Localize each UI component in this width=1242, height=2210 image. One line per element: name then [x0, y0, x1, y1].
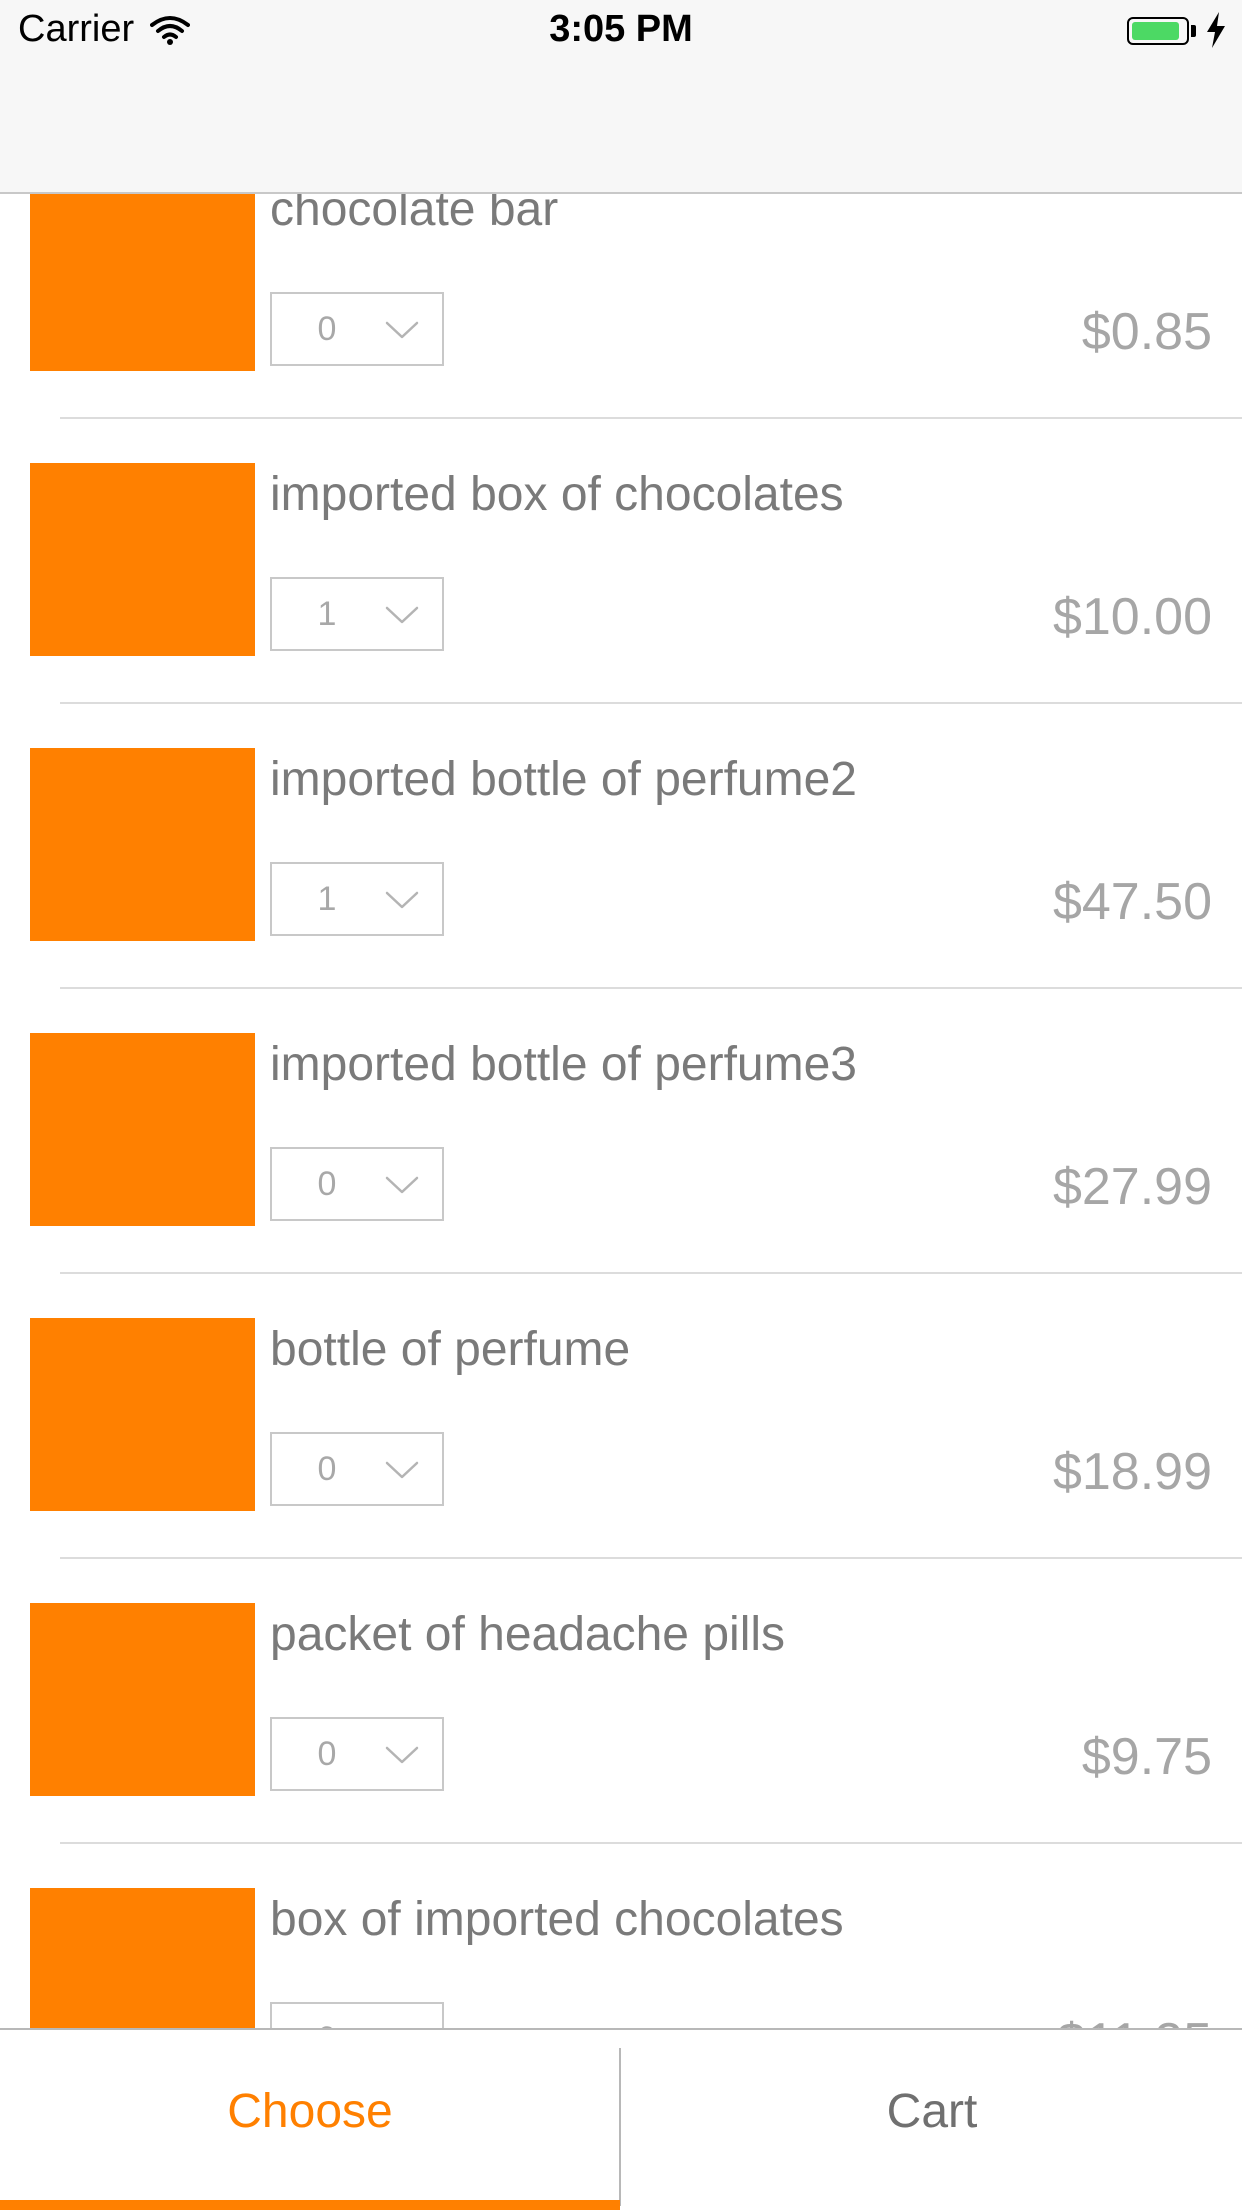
tab-bar: Choose Cart	[0, 2028, 1242, 2210]
product-row[interactable]: imported bottle of perfume2 1 $47.50	[0, 704, 1242, 989]
chevron-down-icon	[385, 606, 419, 624]
chevron-down-icon	[385, 1746, 419, 1764]
product-row[interactable]: packet of headache pills 0 $9.75	[0, 1559, 1242, 1844]
product-price: $18.99	[1052, 1443, 1212, 1501]
tab-choose-label: Choose	[227, 2085, 393, 2138]
quantity-dropdown[interactable]: 0	[270, 2002, 444, 2028]
product-name: imported box of chocolates	[270, 468, 844, 521]
quantity-value: 1	[317, 880, 337, 918]
status-and-nav-bar: Carrier 3:05 PM	[0, 0, 1242, 194]
quantity-dropdown[interactable]: 0	[270, 292, 444, 366]
product-row[interactable]: box of imported chocolates 0 $11.25	[0, 1844, 1242, 2028]
quantity-value: 0	[317, 310, 337, 348]
product-name: bottle of perfume	[270, 1323, 631, 1376]
product-price: $47.50	[1052, 873, 1212, 931]
product-thumbnail	[30, 192, 255, 371]
product-thumbnail	[30, 1603, 255, 1796]
product-row[interactable]: imported box of chocolates 1 $10.00	[0, 419, 1242, 704]
product-price: $27.99	[1052, 1158, 1212, 1216]
tab-cart[interactable]: Cart	[622, 2030, 1242, 2208]
product-name: imported bottle of perfume3	[270, 1038, 857, 1091]
tab-divider	[619, 2048, 621, 2206]
product-name: imported bottle of perfume2	[270, 753, 857, 806]
tab-choose[interactable]: Choose	[0, 2030, 620, 2208]
charging-bolt-icon	[1207, 12, 1225, 48]
product-row[interactable]: bottle of perfume 0 $18.99	[0, 1274, 1242, 1559]
product-name: packet of headache pills	[270, 1608, 786, 1661]
product-row[interactable]: imported bottle of perfume3 0 $27.99	[0, 989, 1242, 1274]
quantity-dropdown[interactable]: 0	[270, 1717, 444, 1791]
clock-label: 3:05 PM	[549, 8, 693, 50]
product-thumbnail	[30, 1033, 255, 1226]
battery-cap	[1191, 25, 1196, 37]
chevron-down-icon	[385, 891, 419, 909]
product-thumbnail	[30, 1888, 255, 2028]
quantity-value: 0	[317, 1735, 337, 1773]
quantity-value: 1	[317, 595, 337, 633]
product-row[interactable]: chocolate bar 0 $0.85	[0, 192, 1242, 419]
chevron-down-icon	[385, 1176, 419, 1194]
tab-cart-label: Cart	[886, 2085, 978, 2138]
product-list[interactable]: chocolate bar 0 $0.85 imported box of choco…	[0, 192, 1242, 2028]
selected-tab-indicator	[0, 2200, 620, 2210]
product-name: chocolate bar	[270, 192, 559, 236]
product-price: $0.85	[1081, 303, 1212, 361]
quantity-dropdown[interactable]: 1	[270, 577, 444, 651]
battery-level-fill	[1132, 22, 1179, 40]
quantity-dropdown[interactable]: 1	[270, 862, 444, 936]
chevron-down-icon	[385, 1461, 419, 1479]
quantity-value: 0	[317, 1450, 337, 1488]
quantity-value: 0	[317, 1165, 337, 1203]
product-name: box of imported chocolates	[270, 1893, 844, 1946]
product-thumbnail	[30, 1318, 255, 1511]
product-price: $9.75	[1081, 1728, 1212, 1786]
quantity-value: 0	[272, 2020, 382, 2028]
product-price: $11.25	[1057, 2012, 1212, 2028]
chevron-down-icon	[385, 321, 419, 339]
quantity-dropdown[interactable]: 0	[270, 1432, 444, 1506]
product-thumbnail	[30, 748, 255, 941]
battery-icon	[1127, 17, 1189, 45]
product-price: $10.00	[1052, 588, 1212, 646]
quantity-dropdown[interactable]: 0	[270, 1147, 444, 1221]
product-thumbnail	[30, 463, 255, 656]
